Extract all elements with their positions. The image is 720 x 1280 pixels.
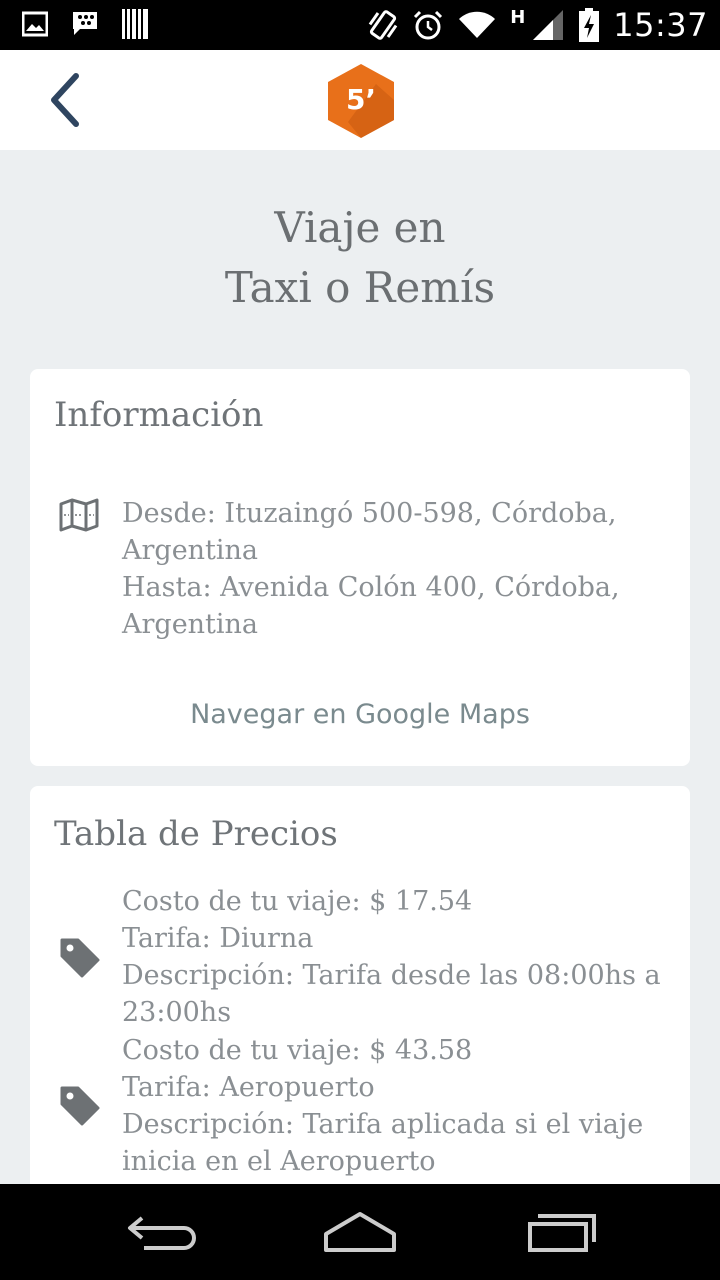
prices-card-title: Tabla de Precios — [54, 814, 338, 854]
price-line: inicia en el Aeropuerto — [122, 1146, 436, 1177]
back-chevron-icon[interactable] — [40, 70, 90, 130]
status-bar: H 15:37 — [0, 0, 720, 50]
route-line: Argentina — [122, 609, 259, 640]
google-maps-link[interactable]: Navegar en Google Maps — [30, 699, 690, 730]
route-line: Argentina — [122, 535, 259, 566]
route-line: Desde: Ituzaingó 500-598, Córdoba, — [122, 498, 617, 529]
price-line: Tarifa: Diurna — [122, 923, 314, 954]
tag-icon — [60, 1086, 100, 1126]
barcode-icon — [122, 9, 148, 39]
logo-text: 5’ — [346, 83, 376, 116]
route-details: Desde: Ituzaingó 500-598, Córdoba, Argen… — [122, 495, 662, 643]
image-icon — [22, 11, 48, 37]
page-title-line1: Viaje en — [274, 203, 446, 252]
map-icon — [59, 498, 99, 532]
app-logo: 5’ — [328, 64, 394, 138]
network-type-label: H — [510, 6, 526, 28]
page-title: Viaje en Taxi o Remís — [0, 198, 720, 318]
price-line: Costo de tu viaje: $ 43.58 — [122, 1035, 473, 1066]
info-card-title: Información — [54, 395, 264, 435]
price-line: Tarifa: Aeropuerto — [122, 1072, 375, 1103]
price-line: Costo de tu viaje: $ 17.54 — [122, 886, 473, 917]
signal-icon — [533, 10, 564, 40]
tag-icon — [60, 938, 100, 978]
page-title-line2: Taxi o Remís — [224, 263, 496, 312]
info-card: Información Desde: Ituzaingó 500-598, Có… — [30, 369, 690, 766]
alarm-icon — [414, 10, 443, 40]
back-icon[interactable] — [124, 1210, 196, 1254]
app-bar: 5’ — [0, 50, 720, 150]
battery-charging-icon — [579, 8, 600, 42]
bbm-icon — [73, 12, 97, 35]
price-line: 23:00hs — [122, 997, 232, 1028]
recents-icon[interactable] — [526, 1210, 598, 1254]
vibrate-icon — [368, 10, 398, 40]
price-line: Descripción: Tarifa desde las 08:00hs a — [122, 960, 661, 991]
wifi-icon — [459, 11, 496, 38]
prices-card: Tabla de Precios Costo de tu viaje: $ 17… — [30, 786, 690, 1206]
home-icon[interactable] — [322, 1210, 398, 1254]
route-line: Hasta: Avenida Colón 400, Córdoba, — [122, 572, 620, 603]
price-line: Descripción: Tarifa aplicada si el viaje — [122, 1109, 644, 1140]
navigation-bar — [0, 1184, 720, 1280]
status-time: 15:37 — [613, 6, 708, 44]
price-item: Costo de tu viaje: $ 17.54 Tarifa: Diurn… — [122, 883, 662, 1031]
price-item: Costo de tu viaje: $ 43.58 Tarifa: Aerop… — [122, 1032, 662, 1180]
